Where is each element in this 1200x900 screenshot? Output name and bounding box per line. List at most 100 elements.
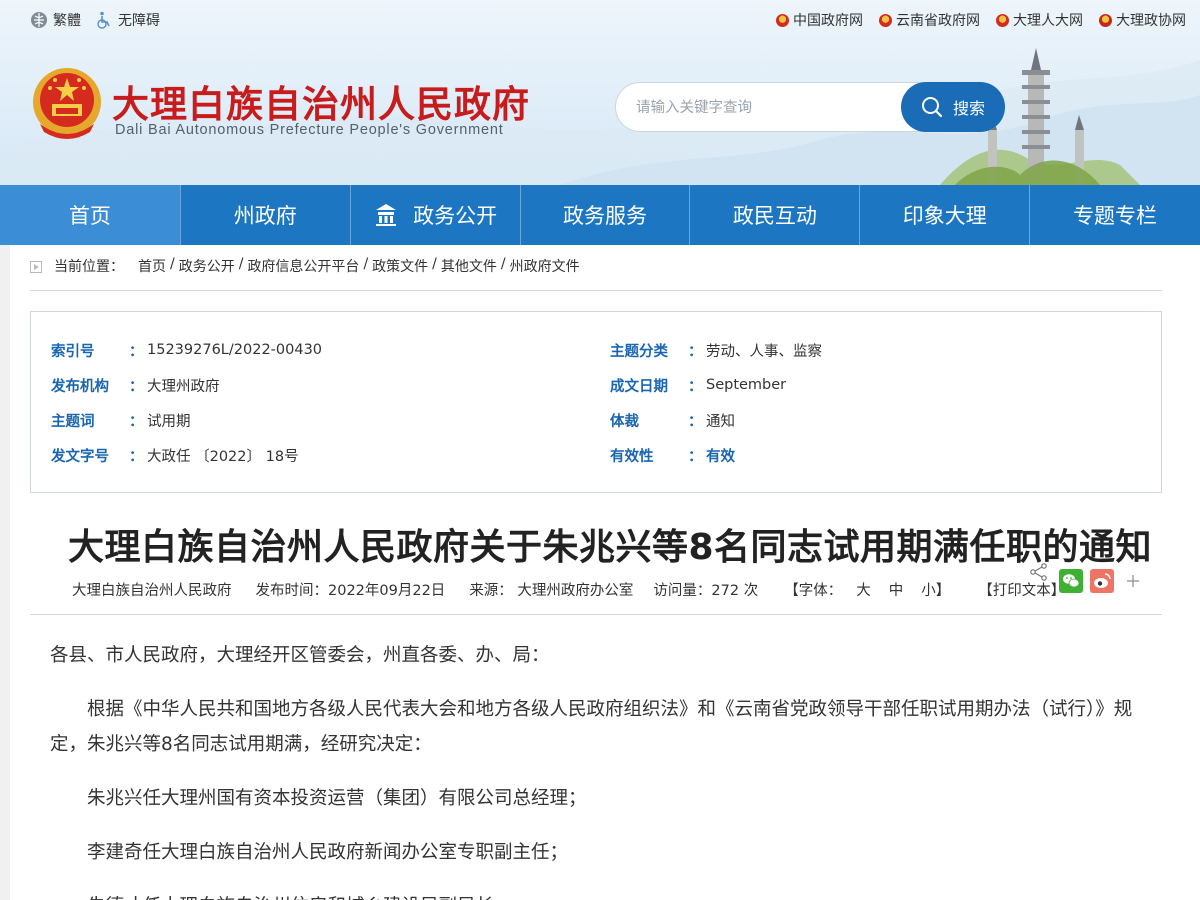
meta-date: 成文日期 ： September [610, 375, 786, 395]
breadcrumb-separator: / [500, 256, 506, 272]
meta-value: 试用期 [147, 413, 191, 430]
national-emblem-logo[interactable] [30, 66, 104, 142]
accessibility-label: 无障碍 [118, 13, 160, 29]
wechat-icon[interactable] [1059, 569, 1083, 593]
meta-value: 大政任 〔2022〕 18号 [147, 448, 299, 465]
search-input[interactable] [636, 95, 896, 121]
meta-publisher: 发布机构 ：大理州政府 [51, 375, 220, 395]
header-banner: 繁體 无障碍 中国政府网 云南省政府网 大理人大网 大理政协网 大理白族自治州人… [0, 0, 1200, 185]
nav-label: 首页 [68, 204, 111, 228]
document-metadata-box: 索引号： 15239276L/2022-00430 主题分类：劳动、人事、监察 发… [30, 311, 1162, 493]
meta-label: 成文日期 [610, 378, 668, 395]
issuer: 大理白族自治州人民政府 [72, 583, 232, 599]
meta-label: 有效性 [610, 448, 654, 465]
font-large-button[interactable]: 大 [856, 579, 871, 599]
font-size-label: 【字体： [784, 583, 843, 599]
nav-prefecture-gov[interactable]: 州政府 [181, 185, 351, 245]
nav-label: 政务公开 [413, 204, 498, 228]
emblem-icon [1099, 13, 1112, 27]
document-title: 大理白族自治州人民政府关于朱兆兴等8名同志试用期满任职的通知 [67, 527, 1153, 568]
meta-colon: ： [688, 448, 703, 465]
meta-colon: ： [688, 378, 703, 395]
meta-colon: ： [129, 448, 144, 465]
paragraph: 朱德才任大理白族自治州住房和城乡建设局副局长； [50, 889, 1155, 900]
site-title[interactable]: 大理白族自治州人民政府 [112, 74, 530, 128]
nav-label: 印象大理 [902, 204, 987, 228]
emblem-icon [879, 13, 892, 27]
source: 来源： 大理州政府办公室 [469, 583, 634, 599]
meta-label: 主题词 [51, 413, 95, 430]
paragraph: 根据《中华人民共和国地方各级人民代表大会和地方各级人民政府组织法》和《云南省党政… [50, 699, 1133, 755]
breadcrumb-item[interactable]: 政务公开 [179, 256, 235, 276]
paragraph: 李建奇任大理白族自治州人民政府新闻办公室专职副主任； [87, 842, 569, 863]
meta-colon: ： [688, 413, 703, 430]
nav-gov-affairs-public[interactable]: 政务公开 [351, 185, 521, 245]
meta-value: 大理州政府 [147, 378, 220, 395]
link-yunnan-gov[interactable]: 云南省政府网 [879, 10, 980, 30]
link-label: 云南省政府网 [896, 13, 980, 29]
font-small-button[interactable]: 小】 [921, 579, 950, 599]
nav-label: 政务服务 [562, 204, 647, 228]
breadcrumb-item[interactable]: 政策文件 [372, 256, 428, 276]
link-dali-cppcc[interactable]: 大理政协网 [1099, 10, 1186, 30]
breadcrumb-separator: / [170, 256, 175, 272]
visit-count: 访问量：272 次 [653, 583, 759, 599]
nav-home[interactable]: 首页 [0, 185, 181, 245]
nav-special-topics[interactable]: 专题专栏 [1030, 185, 1200, 245]
weibo-icon[interactable] [1090, 569, 1114, 593]
top-utility-bar: 繁體 无障碍 中国政府网 云南省政府网 大理人大网 大理政协网 [0, 8, 1200, 34]
link-label: 大理人大网 [1013, 13, 1083, 29]
plus-icon[interactable] [1126, 574, 1140, 588]
breadcrumb-item[interactable]: 其他文件 [441, 256, 497, 276]
document-meta-line: 大理白族自治州人民政府 发布时间：2022年09月22日 来源： 大理州政府办公… [72, 579, 1065, 599]
document-body: 各县、市人民政府，大理经开区管委会，州直各委、办、局： 根据《中华人民共和国地方… [50, 638, 1155, 900]
site-subtitle: Dali Bai Autonomous Prefecture People's … [115, 122, 504, 138]
meta-index: 索引号 ： 15239276L/2022-00430 [51, 340, 322, 360]
meta-colon: ： [129, 378, 144, 395]
breadcrumb: 当前位置： 首页 / 政务公开 / 政府信息公开平台 / 政策文件 / 其他文件 / 州政… [30, 256, 1162, 291]
meta-doc-number: 发文字号 ：大政任 〔2022〕 18号 [51, 445, 299, 465]
search-icon [921, 97, 943, 118]
meta-label: 索引号 [51, 343, 95, 360]
link-label: 中国政府网 [793, 13, 863, 29]
emblem-icon [776, 13, 789, 27]
share-icon[interactable] [1029, 563, 1049, 581]
nav-interaction[interactable]: 政民互动 [690, 185, 861, 245]
temple-icon [376, 204, 397, 226]
meta-value: September [706, 377, 787, 393]
meta-value: 有效 [706, 448, 735, 465]
meta-label: 发文字号 [51, 448, 109, 465]
meta-label: 主题分类 [610, 343, 668, 360]
location-icon [30, 261, 42, 273]
breadcrumb-separator: / [432, 256, 437, 272]
breadcrumb-separator: / [238, 256, 244, 272]
main-nav: 首页 州政府 政务公开 政务服务 政民互动 印象大理 专题专栏 [0, 185, 1200, 245]
link-dali-npc[interactable]: 大理人大网 [996, 10, 1083, 30]
link-gov-cn[interactable]: 中国政府网 [776, 10, 863, 30]
font-medium-button[interactable]: 中 [889, 579, 904, 599]
share-bar [1029, 563, 1179, 603]
meta-genre: 体裁 ：通知 [610, 410, 735, 430]
nav-gov-service[interactable]: 政务服务 [521, 185, 691, 245]
nav-impression-dali[interactable]: 印象大理 [860, 185, 1031, 245]
wheelchair-icon [97, 11, 110, 29]
breadcrumb-item[interactable]: 州政府文件 [510, 256, 580, 276]
link-label: 大理政协网 [1116, 13, 1186, 29]
search-button[interactable]: 搜索 [901, 82, 1005, 132]
globe-icon [31, 12, 47, 28]
breadcrumb-item[interactable]: 政府信息公开平台 [247, 256, 359, 276]
breadcrumb-item[interactable]: 首页 [138, 256, 166, 276]
nav-label: 州政府 [233, 204, 297, 228]
emblem-icon [996, 13, 1009, 27]
traditional-chinese-label: 繁體 [53, 13, 81, 29]
traditional-chinese-link[interactable]: 繁體 [30, 10, 81, 30]
meta-keyword: 主题词 ：试用期 [51, 410, 191, 430]
accessibility-link[interactable]: 无障碍 [95, 10, 160, 30]
nav-label: 专题专栏 [1073, 204, 1158, 228]
meta-value: 通知 [706, 413, 735, 430]
search-box: 搜索 [615, 82, 1005, 132]
nav-label: 政民互动 [732, 204, 817, 228]
paragraph: 各县、市人民政府，大理经开区管委会，州直各委、办、局： [50, 645, 550, 666]
meta-label: 发布机构 [51, 378, 109, 395]
meta-label: 体裁 [610, 413, 639, 430]
